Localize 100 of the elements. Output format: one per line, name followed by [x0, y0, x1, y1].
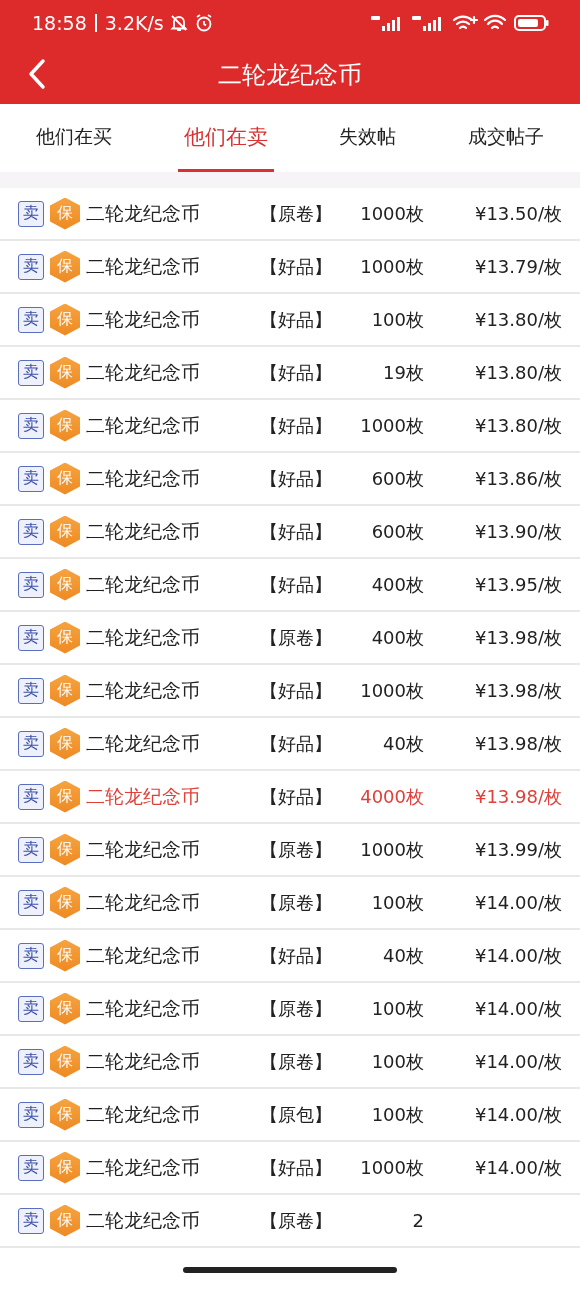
item-name[interactable]: 二轮龙纪念币 [86, 889, 246, 916]
item-price: ¥13.99/枚 [473, 837, 562, 862]
tab[interactable]: 他们在买 [29, 104, 118, 172]
item-quantity: 1000枚 [359, 254, 424, 279]
sell-badge: 卖 [18, 412, 44, 439]
item-quantity: 40枚 [382, 731, 424, 756]
item-price: ¥13.98/枚 [473, 731, 562, 756]
item-name[interactable]: 二轮龙纪念币 [86, 518, 246, 545]
item-quantity: 400枚 [370, 572, 424, 597]
item-name[interactable]: 二轮龙纪念币 [86, 359, 246, 386]
item-name[interactable]: 二轮龙纪念币 [86, 571, 246, 598]
guarantee-badge: 保 [50, 1204, 80, 1237]
item-quantity: 400枚 [370, 625, 424, 650]
item-grade: 【原包】 [260, 1102, 333, 1127]
item-price: ¥13.80/枚 [473, 307, 562, 332]
item-grade: 【好品】 [260, 572, 333, 597]
item-grade: 【好品】 [260, 784, 333, 809]
battery-icon [514, 13, 550, 32]
item-grade: 【原卷】 [260, 890, 333, 915]
sell-badge: 卖 [18, 518, 44, 545]
item-quantity: 100枚 [370, 307, 424, 332]
item-price: ¥14.00/枚 [473, 1102, 562, 1127]
sell-badge: 卖 [18, 1048, 44, 1075]
item-quantity: 1000枚 [359, 413, 424, 438]
item-quantity: 100枚 [370, 1102, 424, 1127]
item-quantity: 1000枚 [359, 1155, 424, 1180]
item-quantity: 600枚 [370, 466, 424, 491]
item-quantity: 100枚 [370, 1049, 424, 1074]
sell-badge: 卖 [18, 1207, 44, 1234]
item-price: ¥14.00/枚 [473, 943, 562, 968]
sell-badge: 卖 [18, 1154, 44, 1181]
item-name[interactable]: 二轮龙纪念币 [86, 624, 246, 651]
page-title: 二轮龙纪念币 [218, 59, 362, 91]
item-grade: 【原卷】 [260, 625, 333, 650]
sell-badge: 卖 [18, 677, 44, 704]
item-name[interactable]: 二轮龙纪念币 [86, 200, 246, 227]
item-name[interactable]: 二轮龙纪念币 [86, 1207, 246, 1234]
sell-badge: 卖 [18, 624, 44, 651]
item-grade: 【好品】 [260, 307, 333, 332]
item-name[interactable]: 二轮龙纪念币 [86, 942, 246, 969]
item-grade: 【好品】 [260, 360, 333, 385]
item-name[interactable]: 二轮龙纪念币 [86, 783, 246, 810]
tab[interactable]: 成交帖子 [462, 104, 551, 172]
guarantee-badge: 保 [50, 356, 80, 389]
guarantee-badge: 保 [50, 197, 80, 230]
sell-badge: 卖 [18, 200, 44, 227]
guarantee-badge: 保 [50, 780, 80, 813]
item-price: ¥14.00/枚 [473, 1155, 562, 1180]
item-quantity: 2 [411, 1210, 424, 1231]
item-name[interactable]: 二轮龙纪念币 [86, 465, 246, 492]
item-name[interactable]: 二轮龙纪念币 [86, 677, 246, 704]
sell-badge: 卖 [18, 306, 44, 333]
item-quantity: 1000枚 [359, 837, 424, 862]
sell-badge: 卖 [18, 889, 44, 916]
item-name[interactable]: 二轮龙纪念币 [86, 730, 246, 757]
item-name[interactable]: 二轮龙纪念币 [86, 836, 246, 863]
item-name[interactable]: 二轮龙纪念币 [86, 1154, 246, 1181]
item-grade: 【原卷】 [260, 1049, 333, 1074]
network-speed: 3.2K/s [104, 11, 164, 34]
sell-badge: 卖 [18, 836, 44, 863]
item-price: ¥13.98/枚 [473, 625, 562, 650]
guarantee-badge: 保 [50, 939, 80, 972]
item-name[interactable]: 二轮龙纪念币 [86, 412, 246, 439]
item-quantity: 1000枚 [359, 201, 424, 226]
item-name[interactable]: 二轮龙纪念币 [86, 1048, 246, 1075]
item-name[interactable]: 二轮龙纪念币 [86, 253, 246, 280]
item-price: ¥13.86/枚 [473, 466, 562, 491]
item-price: ¥13.50/枚 [473, 201, 562, 226]
guarantee-badge: 保 [50, 1045, 80, 1078]
sell-badge: 卖 [18, 995, 44, 1022]
item-grade: 【原卷】 [260, 837, 333, 862]
guarantee-badge: 保 [50, 250, 80, 283]
sell-badge: 卖 [18, 942, 44, 969]
item-price: ¥13.98/枚 [473, 678, 562, 703]
guarantee-badge: 保 [50, 1151, 80, 1184]
sell-badge: 卖 [18, 571, 44, 598]
item-price: ¥13.80/枚 [473, 413, 562, 438]
bell-muted-icon [168, 12, 189, 33]
item-grade: 【原卷】 [260, 1208, 333, 1233]
guarantee-badge: 保 [50, 303, 80, 336]
item-price: ¥14.00/枚 [473, 996, 562, 1021]
item-price: ¥13.98/枚 [473, 784, 562, 809]
tab[interactable]: 失效帖 [333, 104, 403, 172]
item-quantity: 19枚 [382, 360, 424, 385]
item-grade: 【好品】 [260, 254, 333, 279]
item-price: ¥14.00/枚 [473, 1049, 562, 1074]
status-divider [94, 13, 97, 32]
guarantee-badge: 保 [50, 727, 80, 760]
sell-badge: 卖 [18, 465, 44, 492]
item-name[interactable]: 二轮龙纪念币 [86, 995, 246, 1022]
status-time: 18:58 [32, 11, 87, 34]
item-grade: 【原卷】 [260, 996, 333, 1021]
item-grade: 【好品】 [260, 943, 333, 968]
item-name[interactable]: 二轮龙纪念币 [86, 306, 246, 333]
sell-badge: 卖 [18, 253, 44, 280]
guarantee-badge: 保 [50, 568, 80, 601]
back-icon[interactable] [26, 58, 48, 90]
sell-badge: 卖 [18, 730, 44, 757]
guarantee-badge: 保 [50, 833, 80, 866]
item-name[interactable]: 二轮龙纪念币 [86, 1101, 246, 1128]
